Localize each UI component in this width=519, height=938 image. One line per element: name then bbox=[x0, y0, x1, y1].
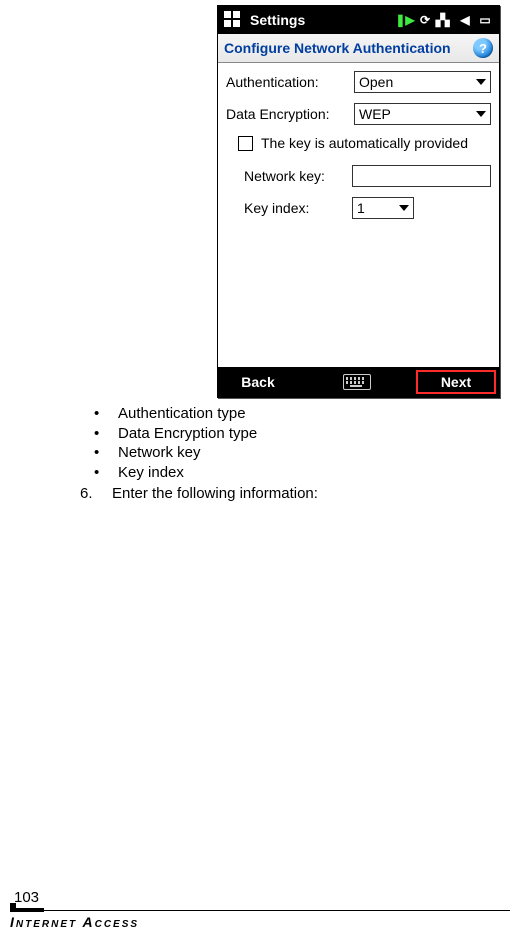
key-index-dropdown[interactable]: 1 bbox=[352, 197, 414, 219]
list-item: Network key bbox=[80, 443, 480, 463]
start-icon[interactable] bbox=[224, 11, 242, 29]
chevron-down-icon bbox=[395, 198, 413, 218]
network-key-label: Network key: bbox=[244, 168, 352, 184]
battery-icon: ▭ bbox=[477, 12, 493, 28]
document-body: Authentication type Data Encryption type… bbox=[80, 404, 480, 504]
step-number: 6. bbox=[80, 484, 112, 504]
auto-key-label: The key is automatically provided bbox=[261, 135, 468, 151]
auto-key-checkbox[interactable] bbox=[238, 136, 253, 151]
auto-key-row[interactable]: The key is automatically provided bbox=[238, 135, 491, 151]
device-screenshot: Settings ❚▶ ⟳ ▞▖ ◀ ▭ Configure Network A… bbox=[217, 5, 500, 398]
chevron-down-icon bbox=[472, 104, 490, 124]
chevron-down-icon bbox=[472, 72, 490, 92]
list-item: Data Encryption type bbox=[80, 424, 480, 444]
form-area: Authentication: Open Data Encryption: WE… bbox=[218, 63, 499, 219]
network-key-input[interactable] bbox=[352, 165, 491, 187]
authentication-row: Authentication: Open bbox=[226, 71, 491, 93]
list-item: Key index bbox=[80, 463, 480, 483]
encryption-label: Data Encryption: bbox=[226, 106, 354, 122]
encryption-value: WEP bbox=[359, 106, 391, 122]
page-number: 103 bbox=[14, 889, 510, 906]
network-key-row: Network key: bbox=[226, 165, 491, 187]
authentication-value: Open bbox=[359, 74, 393, 90]
page-footer: 103 Internet Access bbox=[10, 889, 510, 930]
page-title: Configure Network Authentication bbox=[224, 40, 451, 56]
sync-icon: ⟳ bbox=[417, 12, 433, 28]
keyboard-button[interactable] bbox=[298, 374, 416, 390]
softkey-bar: Back Next bbox=[218, 367, 499, 397]
section-name: Internet Access bbox=[10, 914, 510, 930]
key-index-label: Key index: bbox=[244, 200, 352, 216]
bullet-list: Authentication type Data Encryption type… bbox=[80, 404, 480, 482]
keyboard-icon bbox=[343, 374, 371, 390]
footer-rule bbox=[10, 908, 510, 912]
statusbar-title: Settings bbox=[250, 12, 305, 28]
encryption-row: Data Encryption: WEP bbox=[226, 103, 491, 125]
key-index-value: 1 bbox=[357, 200, 365, 216]
numbered-step: 6. Enter the following information: bbox=[80, 484, 480, 504]
back-button[interactable]: Back bbox=[218, 367, 298, 397]
authentication-label: Authentication: bbox=[226, 74, 354, 90]
help-icon[interactable]: ? bbox=[473, 38, 493, 58]
list-item: Authentication type bbox=[80, 404, 480, 424]
connection-icon: ❚▶ bbox=[397, 12, 413, 28]
authentication-dropdown[interactable]: Open bbox=[354, 71, 491, 93]
step-text: Enter the following information: bbox=[112, 484, 318, 504]
encryption-dropdown[interactable]: WEP bbox=[354, 103, 491, 125]
status-bar: Settings ❚▶ ⟳ ▞▖ ◀ ▭ bbox=[218, 6, 499, 34]
page-title-bar: Configure Network Authentication ? bbox=[218, 34, 499, 63]
next-button[interactable]: Next bbox=[416, 370, 496, 394]
signal-icon: ▞▖ bbox=[437, 12, 453, 28]
key-index-row: Key index: 1 bbox=[226, 197, 491, 219]
volume-icon: ◀ bbox=[457, 12, 473, 28]
